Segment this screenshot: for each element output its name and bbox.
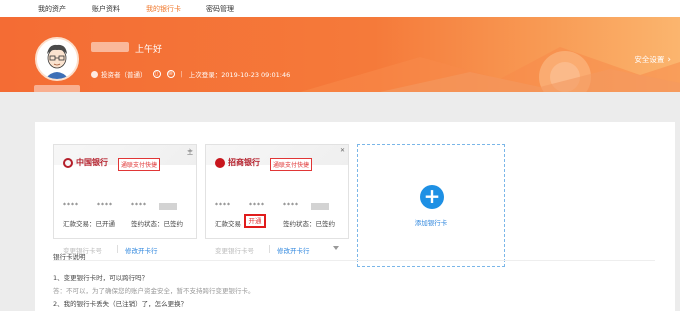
safety-settings-label: 安全设置 [634, 55, 665, 64]
faq-question: 1、变更银行卡时，可以跨行吗？ [53, 274, 149, 282]
bank-logo: 中国银行 [63, 157, 108, 168]
payment-tag: 通联支付快捷 [118, 158, 161, 171]
user-icon [91, 70, 98, 78]
bank-card-cmb: 招商银行 通联支付快捷 ✕ **** **** **** 汇款交易 开通 签约状… [205, 144, 349, 255]
banner-background [300, 47, 680, 92]
email-icon[interactable]: ✉ [166, 70, 175, 78]
modify-bank-branch-link[interactable]: 修改开卡行 [277, 245, 310, 255]
faq-question: 2、我的银行卡丢失（已注销）了，怎么更换？ [53, 300, 188, 308]
card-footer: 变更银行卡号 修改开卡行 [206, 240, 350, 258]
faq-answer: 答：不可以，为了确保您的账户资金安全，暂不支持跨行变更银行卡。 [53, 287, 255, 295]
modify-bank-branch-link[interactable]: 修改开卡行 [125, 245, 158, 255]
divider: | [180, 70, 183, 78]
bank-card-panel: 中国银行 通联支付快捷 主 **** **** **** 汇款交易：已开通 签约… [35, 122, 675, 311]
close-icon[interactable]: ✕ [340, 147, 345, 154]
trade-status: 汇款交易：已开通 [63, 220, 115, 228]
open-trade-button[interactable]: 开通 [244, 214, 266, 228]
greeting: 上午好 [135, 45, 163, 55]
tab-account-info[interactable]: 账户资料 [92, 4, 120, 14]
bank-card-boc: 中国银行 通联支付快捷 主 **** **** **** 汇款交易：已开通 签约… [53, 144, 197, 255]
safety-settings-link[interactable]: 安全设置 › [634, 54, 671, 65]
bank-name: 招商银行 [228, 157, 260, 167]
primary-card-badge: 主 [186, 149, 193, 156]
tab-my-bank-cards[interactable]: 我的银行卡 [146, 4, 181, 14]
user-meta: 投资者（普通） ▯ ✉ | 上次登录：2019-10-23 09:01:46 [91, 69, 290, 79]
bank-name: 中国银行 [76, 157, 108, 167]
card-number-group: **** [249, 202, 265, 209]
divider [269, 245, 270, 253]
sign-status: 签约状态：已签约 [283, 220, 335, 228]
divider [53, 260, 655, 261]
trade-label: 汇款交易 [215, 220, 241, 228]
card-number-redacted [311, 203, 329, 210]
sign-status: 签约状态：已签约 [131, 220, 183, 228]
chevron-down-icon[interactable] [333, 246, 339, 250]
card-number-group: **** [215, 202, 231, 209]
card-number-redacted [159, 203, 177, 210]
chevron-right-icon: › [667, 55, 671, 65]
change-card-number-link[interactable]: 变更银行卡号 [215, 245, 254, 255]
plus-icon: + [420, 185, 444, 209]
add-bank-card-button[interactable]: + 添加银行卡 [357, 144, 505, 267]
user-banner: 上午好 投资者（普通） ▯ ✉ | 上次登录：2019-10-23 09:01:… [0, 17, 680, 92]
bank-logo: 招商银行 [215, 157, 260, 168]
avatar-caption-redacted [34, 85, 80, 92]
payment-tag: 通联支付快捷 [270, 158, 313, 171]
boc-logo-icon [63, 157, 73, 168]
phone-icon[interactable]: ▯ [152, 70, 161, 78]
username-redacted [91, 42, 129, 52]
card-number-group: **** [97, 202, 113, 209]
tab-password-management[interactable]: 密码管理 [206, 4, 234, 14]
card-number-group: **** [63, 202, 79, 209]
user-role: 投资者（普通） [101, 71, 147, 79]
cmb-logo-icon [215, 157, 225, 168]
add-bank-card-label: 添加银行卡 [414, 219, 448, 227]
avatar[interactable] [35, 37, 79, 81]
tab-my-assets[interactable]: 我的资产 [38, 4, 66, 14]
last-login: 上次登录：2019-10-23 09:01:46 [188, 71, 291, 79]
top-nav: 我的资产 账户资料 我的银行卡 密码管理 [0, 0, 680, 17]
avatar-illustration-icon [37, 39, 77, 79]
divider [117, 245, 118, 253]
